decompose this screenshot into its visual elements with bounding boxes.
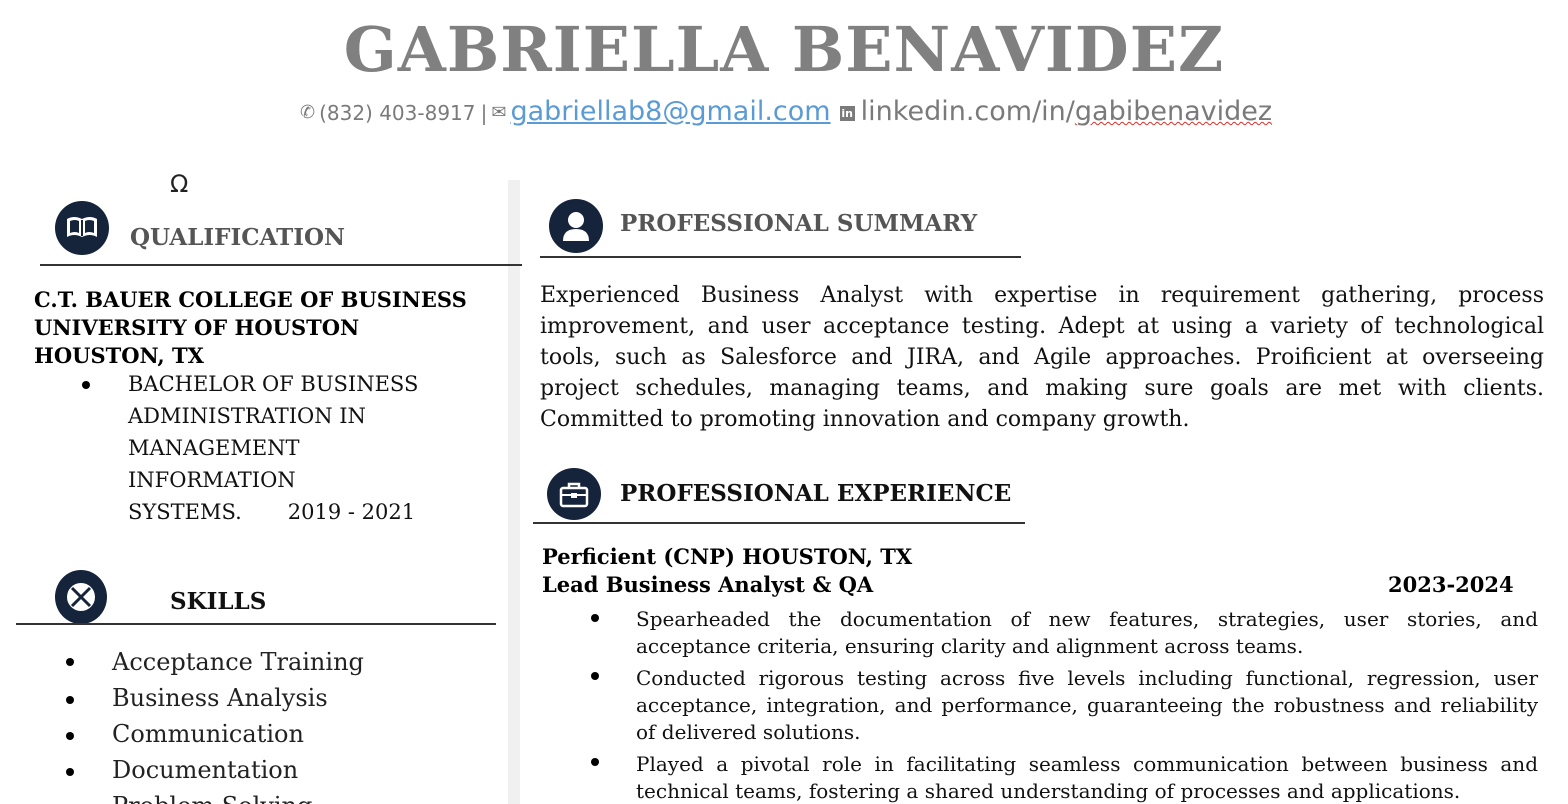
degree-bullet	[82, 381, 90, 389]
experience-item: Played a pivotal role in facilitating se…	[636, 752, 1538, 803]
skills-title: SKILLS	[170, 588, 267, 615]
job-title: Lead Business Analyst & QA	[542, 572, 874, 597]
linkedin-prefix: linkedin.com/in/	[860, 96, 1075, 127]
skills-rule	[16, 623, 496, 625]
experience-title: PROFESSIONAL EXPERIENCE	[620, 480, 1012, 507]
skill-item: Communication	[112, 720, 304, 748]
school-block: C.T. BAUER COLLEGE OF BUSINESS UNIVERSIT…	[34, 286, 467, 370]
contact-line: ✆ (832) 403-8917 | ✉ gabriellab8@gmail.com …	[0, 92, 1568, 135]
job-dates: 2023-2024	[1388, 572, 1514, 597]
candidate-name: GABRIELLA BENAVIDEZ	[343, 13, 1225, 86]
qualification-title: QUALIFICATION	[130, 224, 346, 251]
linkedin-handle: gabibenavidez	[1074, 96, 1273, 127]
degree-line: BACHELOR OF BUSINESS	[128, 372, 419, 396]
experience-bullets: Spearheaded the documentation of new fea…	[636, 606, 1538, 804]
degree-line: ADMINISTRATION IN	[128, 404, 366, 428]
envelope-icon: ✉	[491, 102, 507, 123]
summary-title: PROFESSIONAL SUMMARY	[620, 210, 978, 237]
school-name: C.T. BAUER COLLEGE OF BUSINESS	[34, 287, 467, 312]
phone-number: (832) 403-8917	[319, 101, 476, 125]
university-name: UNIVERSITY OF HOUSTON	[34, 315, 360, 340]
company-name: Perficient (CNP) HOUSTON, TX	[542, 544, 913, 569]
experience-bullet	[591, 672, 599, 680]
briefcase-icon	[547, 468, 601, 520]
experience-item: Conducted rigorous testing across five l…	[636, 666, 1538, 744]
skill-item: Business Analysis	[112, 684, 328, 712]
contact-separator: |	[480, 101, 488, 125]
experience-rule	[533, 522, 1025, 524]
experience-bullet	[591, 758, 599, 766]
skill-bullet	[66, 732, 74, 740]
book-icon	[55, 201, 109, 255]
school-location: HOUSTON, TX	[34, 343, 204, 368]
qualification-rule	[40, 264, 522, 266]
summary-text: Experienced Business Analyst with expert…	[540, 283, 1544, 432]
skills-list: Acceptance Training Business Analysis Co…	[112, 644, 364, 804]
linkedin-link[interactable]: linkedin.com/in/gabibenavidez	[861, 96, 1272, 127]
degree-line: SYSTEMS.	[128, 500, 242, 524]
degree-line: MANAGEMENT INFORMATION	[128, 436, 300, 492]
degree-block: BACHELOR OF BUSINESS ADMINISTRATION IN M…	[128, 368, 468, 528]
email-link[interactable]: gabriellab8@gmail.com	[510, 96, 830, 127]
skill-item: Problem Solving	[112, 788, 364, 804]
cross-circle-icon	[55, 570, 107, 624]
skill-bullet	[66, 768, 74, 776]
phone-icon: ✆	[299, 102, 316, 123]
linkedin-icon: in	[839, 106, 855, 121]
stray-symbol: Ω	[170, 170, 189, 198]
skill-bullet	[66, 696, 74, 704]
degree-years: 2019 - 2021	[287, 500, 416, 524]
skill-item: Acceptance Training	[112, 648, 364, 676]
person-icon	[549, 199, 603, 253]
skill-item: Documentation	[112, 756, 299, 784]
column-divider	[508, 180, 520, 804]
summary-rule	[540, 256, 1021, 258]
degree-line-final: SYSTEMS. 2019 - 2021	[128, 496, 468, 528]
experience-item: Spearheaded the documentation of new fea…	[636, 607, 1538, 658]
skill-bullet	[66, 658, 74, 666]
experience-bullet	[591, 614, 599, 622]
